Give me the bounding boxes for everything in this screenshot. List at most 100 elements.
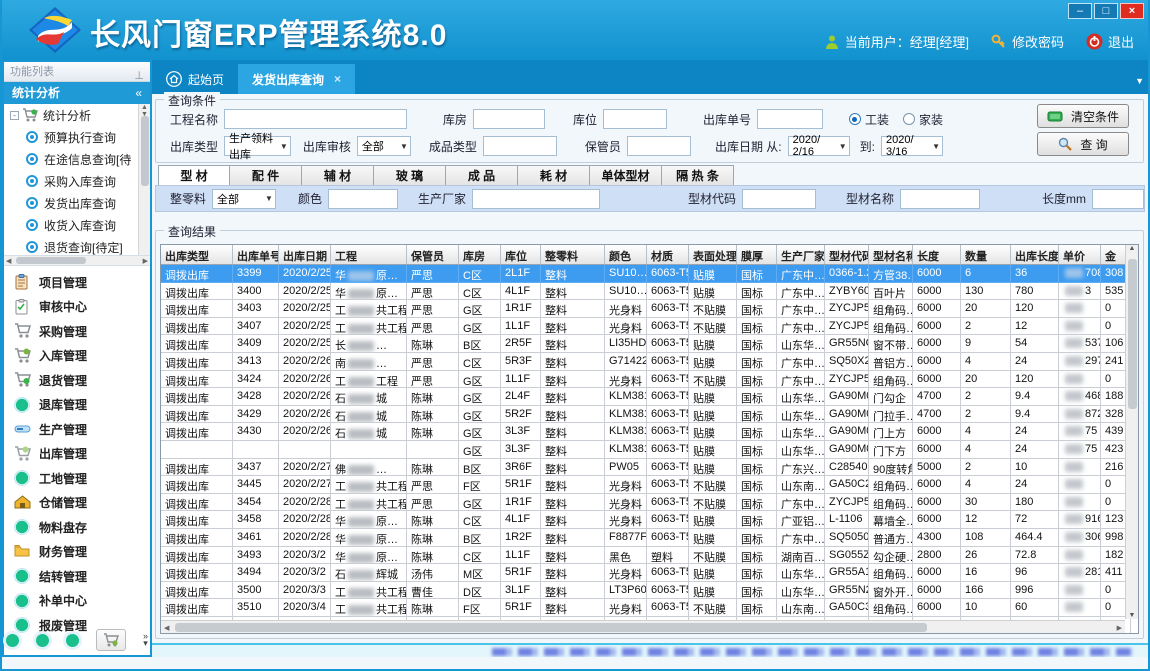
sidebar-nav-item[interactable]: 审核中心: [4, 295, 150, 320]
collapse-icon[interactable]: «: [135, 82, 142, 104]
table-row[interactable]: 调拨出库34942020/3/2石辉城汤伟M区5R1F整料光身料6063-T5贴…: [161, 564, 1137, 582]
radio-industrial[interactable]: 工装: [849, 111, 889, 128]
tab-overflow-dropdown-icon[interactable]: ▼: [1135, 76, 1144, 86]
overflow-dot-button[interactable]: [66, 634, 79, 647]
scroll-down-icon[interactable]: ▼: [1129, 612, 1136, 619]
overflow-dot-button[interactable]: [36, 634, 49, 647]
table-row[interactable]: 调拨出库35102020/3/4工共工程陈琳F区5R1F整料光身料6063-T5…: [161, 599, 1137, 617]
table-row[interactable]: 调拨出库34132020/2/26南…严思C区5R3F整料G714226063-…: [161, 353, 1137, 371]
scroll-left-icon[interactable]: ◀: [164, 624, 169, 632]
column-header[interactable]: 颜色: [605, 245, 647, 264]
column-header[interactable]: 库房: [459, 245, 501, 264]
radio-home[interactable]: 家装: [903, 111, 943, 128]
table-row[interactable]: 调拨出库34242020/2/26工工程严思G区1L1F整料光身料6063-T5…: [161, 371, 1137, 389]
material-tab[interactable]: 成 品: [446, 165, 518, 186]
grid-horizontal-scrollbar[interactable]: ◀ ▶: [161, 620, 1125, 633]
sidebar-nav-item[interactable]: 退库管理: [4, 393, 150, 418]
tab-home[interactable]: 起始页: [152, 64, 238, 94]
tree-item[interactable]: 退货查询[待定]: [4, 236, 150, 256]
sidebar-nav-item[interactable]: 仓储管理: [4, 491, 150, 516]
material-tab[interactable]: 玻 璃: [374, 165, 446, 186]
material-tab[interactable]: 耗 材: [518, 165, 590, 186]
sidebar-nav-item[interactable]: 生产管理: [4, 417, 150, 442]
profile-code-input[interactable]: [742, 189, 816, 209]
logout-button[interactable]: 退出: [1086, 32, 1134, 51]
sidebar-nav-item[interactable]: 项目管理: [4, 270, 150, 295]
tab-shipment-query[interactable]: 发货出库查询 ×: [238, 64, 355, 94]
material-tab[interactable]: 型 材: [158, 165, 230, 186]
column-header[interactable]: 整零料: [541, 245, 605, 264]
table-row[interactable]: 调拨出库34932020/3/2华原…陈琳C区1L1F整料黑色塑料不贴膜国标湖南…: [161, 547, 1137, 565]
material-tab[interactable]: 单体型材: [590, 165, 662, 186]
tree-expand-icon[interactable]: -: [10, 111, 19, 120]
tree-item[interactable]: 收货入库查询: [4, 214, 150, 236]
scroll-up-icon[interactable]: ▲: [141, 104, 148, 111]
scroll-left-icon[interactable]: ◀: [6, 257, 11, 265]
clear-conditions-button[interactable]: 清空条件: [1037, 104, 1129, 128]
color-input[interactable]: [328, 189, 398, 209]
sidebar-nav-item[interactable]: 物料盘存: [4, 515, 150, 540]
column-header[interactable]: 出库类型: [161, 245, 233, 264]
tab-close-icon[interactable]: ×: [334, 72, 341, 86]
tree-item[interactable]: 发货出库查询: [4, 192, 150, 214]
scrollbar-thumb[interactable]: [175, 623, 927, 632]
sidebar-nav-item[interactable]: 财务管理: [4, 540, 150, 565]
column-header[interactable]: 库位: [501, 245, 541, 264]
material-tab[interactable]: 隔 热 条: [662, 165, 734, 186]
tree-vertical-scrollbar[interactable]: ▲ ▼: [138, 104, 150, 256]
column-header[interactable]: 出库单号: [233, 245, 279, 264]
column-header[interactable]: 表面处理: [689, 245, 737, 264]
length-input[interactable]: [1092, 189, 1144, 209]
whole-part-select[interactable]: 全部▼: [212, 189, 276, 209]
table-row[interactable]: 调拨出库34372020/2/27佛…陈琳B区3R6F整料PW056063-T5…: [161, 459, 1137, 477]
column-header[interactable]: 材质: [647, 245, 689, 264]
material-tab[interactable]: 配 件: [230, 165, 302, 186]
tree-root[interactable]: - 统计分析: [4, 104, 150, 126]
material-tab[interactable]: 辅 材: [302, 165, 374, 186]
overflow-chevron-icon[interactable]: »▾: [143, 633, 148, 647]
sidebar-nav-item[interactable]: 补单中心: [4, 589, 150, 614]
column-header[interactable]: 型材代码: [825, 245, 869, 264]
tree-item[interactable]: 预算执行查询: [4, 126, 150, 148]
table-row[interactable]: 调拨出库34282020/2/26石城陈琳G区2L4F整料KLM38176063…: [161, 388, 1137, 406]
sidebar-nav-item[interactable]: 退货管理: [4, 368, 150, 393]
column-header[interactable]: 膜厚: [737, 245, 777, 264]
table-row[interactable]: 调拨出库33992020/2/25华原…严思C区2L1F整料SU10…6063-…: [161, 265, 1137, 283]
column-header[interactable]: 工程: [331, 245, 407, 264]
tree-item[interactable]: 在途信息查询[待: [4, 148, 150, 170]
table-row[interactable]: 调拨出库34092020/2/25长…陈琳B区2R5F整料LI35HD6063-…: [161, 335, 1137, 353]
scroll-right-icon[interactable]: ▶: [1117, 624, 1122, 632]
keeper-input[interactable]: [627, 136, 691, 156]
scroll-up-icon[interactable]: ▲: [1129, 245, 1136, 252]
location-input[interactable]: [603, 109, 667, 129]
scroll-right-icon[interactable]: ▶: [143, 257, 148, 265]
column-header[interactable]: 数量: [961, 245, 1011, 264]
scrollbar-thumb[interactable]: [16, 257, 86, 264]
column-header[interactable]: 长度: [913, 245, 961, 264]
column-header[interactable]: 单价: [1059, 245, 1101, 264]
sidebar-nav-item[interactable]: 结转管理: [4, 564, 150, 589]
column-header[interactable]: 出库日期: [279, 245, 331, 264]
table-row[interactable]: 调拨出库34292020/2/26石城陈琳G区5R2F整料KLM38176063…: [161, 406, 1137, 424]
column-header[interactable]: 保管员: [407, 245, 459, 264]
product-type-input[interactable]: [483, 136, 557, 156]
out-no-input[interactable]: [757, 109, 823, 129]
scrollbar-thumb[interactable]: [141, 116, 149, 186]
date-from-select[interactable]: 2020/ 2/16▼: [788, 136, 850, 156]
sidebar-section-header[interactable]: 统计分析 «: [4, 82, 150, 104]
table-row[interactable]: 调拨出库34302020/2/26石城陈琳G区3L3F整料KLM38176063…: [161, 423, 1137, 441]
table-row[interactable]: 调拨出库34582020/2/28华原…陈琳C区4L1F整料光身料6063-T5…: [161, 511, 1137, 529]
overflow-dot-button[interactable]: [6, 634, 19, 647]
overflow-cart-button[interactable]: [96, 629, 126, 651]
project-name-input[interactable]: [224, 109, 407, 129]
out-type-select[interactable]: 生产领料出库▼: [224, 136, 291, 156]
table-row[interactable]: 调拨出库34032020/2/25工共工程严思G区1R1F整料光身料6063-T…: [161, 300, 1137, 318]
audit-select[interactable]: 全部▼: [357, 136, 411, 156]
scrollbar-thumb[interactable]: [1128, 259, 1137, 409]
table-row[interactable]: 调拨出库34072020/2/25工共工程严思G区1L1F整料光身料6063-T…: [161, 318, 1137, 336]
table-row[interactable]: 调拨出库34002020/2/25华原…严思C区4L1F整料SU10…6063-…: [161, 283, 1137, 301]
sidebar-nav-item[interactable]: 工地管理: [4, 466, 150, 491]
close-button[interactable]: ×: [1120, 3, 1144, 19]
profile-name-input[interactable]: [900, 189, 980, 209]
table-row[interactable]: 调拨出库35002020/3/3工共工程曹佳D区3L1F整料LT3P606063…: [161, 582, 1137, 600]
